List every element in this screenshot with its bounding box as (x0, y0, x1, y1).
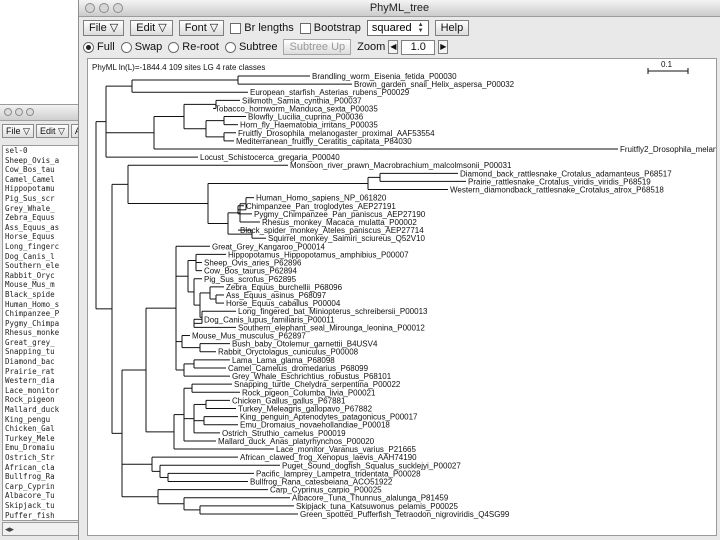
sequence-name-item[interactable]: Human_Homo_s (3, 300, 79, 310)
radio-selected-icon[interactable] (83, 41, 94, 53)
sequence-name-item[interactable]: Chicken_Gal (3, 424, 79, 434)
tree-canvas[interactable]: PhyML ln(L)=-1844.4 109 sites LG 4 rate … (87, 58, 717, 536)
sequence-name-item[interactable]: Ass_Equus_as (3, 223, 79, 233)
phylogenetic-tree[interactable]: PhyML ln(L)=-1844.4 109 sites LG 4 rate … (88, 59, 717, 536)
sequence-name-item[interactable]: Pig_Sus_scr (3, 194, 79, 204)
sequence-name-item[interactable]: Rabbit_Oryc (3, 271, 79, 281)
checkbox-icon[interactable] (230, 22, 242, 34)
sequence-name-item[interactable]: Puffer_fish (3, 511, 79, 520)
sequence-name-item[interactable]: Emu_Dromaiu (3, 443, 79, 453)
sequence-name-item[interactable]: Ostrich_Str (3, 453, 79, 463)
subtree-up-button[interactable]: Subtree Up (283, 39, 352, 55)
edit-menu-button[interactable]: Edit ▽ (130, 20, 173, 36)
zoom-control: Zoom ◀ 1.0 ▶ (357, 39, 449, 55)
sequence-name-item[interactable]: Bullfrog_Ra (3, 472, 79, 482)
alignment-hscrollbar[interactable]: ◂▸ (2, 522, 80, 536)
alignment-menubar: File ▽ Edit ▽ Alig (0, 121, 94, 143)
minimize-light-icon[interactable] (99, 3, 109, 13)
tree-window-titlebar: PhyML_tree (79, 0, 720, 17)
br-lengths-checkbox[interactable]: Br lengths (230, 22, 294, 34)
sequence-name-item[interactable]: Skipjack_tu (3, 501, 79, 511)
tree-toolbar: File ▽ Edit ▽ Font ▽ Br lengths Bootstra… (83, 18, 716, 38)
zoom-decrease-icon[interactable]: ◀ (388, 40, 399, 54)
full-radio[interactable]: Full (83, 41, 115, 53)
tree-leaf-labels: Brandling_worm_Eisenia_fetida_P00030Brow… (192, 72, 717, 519)
sequence-name-item[interactable]: Lace_monitor (3, 386, 79, 396)
file-menu-button[interactable]: File ▽ (83, 20, 125, 36)
sequence-name-item[interactable]: Camel_Camel (3, 175, 79, 185)
tree-header: PhyML ln(L)=-1844.4 109 sites LG 4 rate … (92, 63, 265, 72)
alignment-file-menu[interactable]: File ▽ (2, 124, 34, 138)
sequence-name-item[interactable]: European_sta (3, 520, 79, 521)
scroll-arrows-icon[interactable]: ◂▸ (5, 524, 14, 535)
radio-icon[interactable] (120, 41, 132, 53)
sequence-name-item[interactable]: Snapping_tu (3, 347, 79, 357)
sequence-name-item[interactable]: Albacore_Tu (3, 491, 79, 501)
tree-style-select[interactable]: squared ▲ ▼ (366, 20, 429, 36)
sequence-name-list[interactable]: sel-0 Sheep_Ovis_a Cow_Bos_tau Camel_Camel H… (2, 145, 80, 521)
help-button[interactable]: Help (434, 20, 470, 36)
sequence-name-item[interactable]: Chimpanzee_P (3, 309, 79, 319)
sequence-name-item[interactable]: King_pengu (3, 415, 79, 425)
sequence-name-item[interactable]: Pygmy_Chimpa (3, 319, 79, 329)
sequence-name-item[interactable]: Diamond_bac (3, 357, 79, 367)
sequence-name-item[interactable]: Mouse_Mus_m (3, 280, 79, 290)
tree-leaf-label[interactable]: Mediterranean_fruitfly_Ceratitis_capitat… (236, 137, 412, 146)
bootstrap-checkbox[interactable]: Bootstrap (299, 22, 361, 34)
zoom-increase-icon[interactable]: ▶ (438, 40, 449, 54)
sequence-name-item[interactable]: Rhesus_monke (3, 328, 79, 338)
sequence-name-item[interactable]: Rock_pigeon (3, 395, 79, 405)
sequence-name-item[interactable]: Great_grey_ (3, 338, 79, 348)
window-title: PhyML_tree (369, 2, 430, 14)
radio-icon[interactable] (168, 41, 180, 53)
font-menu-button[interactable]: Font ▽ (178, 20, 225, 36)
sequence-name-item[interactable]: Dog_Canis_l (3, 252, 79, 262)
sequence-name-item[interactable]: Western_dia (3, 376, 79, 386)
sequence-name-item[interactable]: Turkey_Mele (3, 434, 79, 444)
sequence-name-item[interactable]: Black_spide (3, 290, 79, 300)
sequence-name-item[interactable]: Carp_Cyprin (3, 482, 79, 492)
checkbox-icon[interactable] (299, 22, 311, 34)
tree-leaf-label[interactable]: Fruitfly2_Drosophila_melanogaster_distal… (620, 145, 717, 154)
alignment-edit-menu[interactable]: Edit ▽ (35, 124, 69, 138)
alignment-window-titlebar (0, 105, 83, 121)
tree-mode-bar: Full Swap Re-root Subtree Subtree Up Zoo… (83, 38, 716, 56)
sequence-name-item[interactable]: Mallard_duck (3, 405, 79, 415)
tree-window: PhyML_tree File ▽ Edit ▽ Font ▽ Br lengt… (78, 0, 720, 540)
close-light-icon[interactable] (85, 3, 95, 13)
tree-leaf-label[interactable]: Western_diamondback_rattlesnake_Crotalus… (450, 186, 664, 195)
sequence-name-item[interactable]: African_cla (3, 463, 79, 473)
minimize-light-icon[interactable] (15, 108, 23, 116)
scale-label: 0.1 (661, 60, 673, 69)
sequence-name-item[interactable]: sel-0 (3, 146, 79, 156)
sequence-name-item[interactable]: Southern_ele (3, 261, 79, 271)
sequence-name-item[interactable]: Cow_Bos_tau (3, 165, 79, 175)
tree-leaf-label[interactable]: Green_spotted_Pufferfish_Tetraodon_nigro… (300, 510, 510, 519)
sequence-name-item[interactable]: Zebra_Equus (3, 213, 79, 223)
subtree-radio[interactable]: Subtree (224, 41, 277, 53)
zoom-value-field[interactable]: 1.0 (401, 39, 436, 55)
alignment-window: File ▽ Edit ▽ Alig sel-0Sheep_Ovis_aCow_… (0, 104, 94, 540)
reroot-radio[interactable]: Re-root (168, 41, 219, 53)
sequence-name-item[interactable]: Prairie_rat (3, 367, 79, 377)
swap-radio[interactable]: Swap (120, 41, 162, 53)
sequence-name-item[interactable]: Horse_Equus (3, 232, 79, 242)
close-light-icon[interactable] (4, 108, 12, 116)
sequence-name-item[interactable]: Sheep_Ovis_a (3, 156, 79, 166)
sequence-name-item[interactable]: Long_fingerc (3, 242, 79, 252)
maximize-light-icon[interactable] (26, 108, 34, 116)
radio-icon[interactable] (224, 41, 236, 53)
maximize-light-icon[interactable] (113, 3, 123, 13)
sequence-name-item[interactable]: Hippopotamu (3, 184, 79, 194)
sequence-name-item[interactable]: Grey_Whale_ (3, 204, 79, 214)
chevron-updown-icon: ▲ ▼ (417, 22, 424, 34)
